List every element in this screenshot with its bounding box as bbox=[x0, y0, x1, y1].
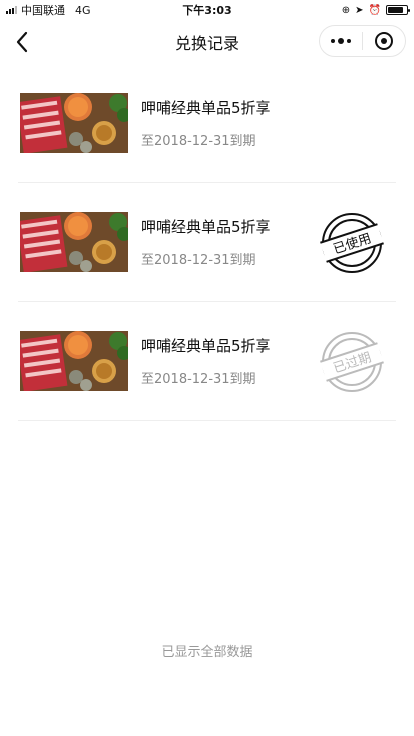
record-title: 呷哺经典单品5折享 bbox=[141, 99, 271, 117]
used-stamp-icon: 已使用 bbox=[320, 213, 384, 273]
alarm-icon: ⏰ bbox=[368, 4, 381, 16]
orientation-lock-icon: ⊕ bbox=[341, 4, 351, 16]
record-expire-date: 至2018-12-31到期 bbox=[141, 372, 256, 387]
used-stamp: 已使用 bbox=[320, 211, 384, 275]
record-item[interactable]: 呷哺经典单品5折享 至2018-12-31到期 已过期 bbox=[0, 302, 414, 420]
hotpot-image bbox=[20, 331, 128, 391]
battery-icon bbox=[386, 5, 410, 15]
mini-program-capsule bbox=[319, 25, 406, 57]
record-list: 呷哺经典单品5折享 至2018-12-31到期 呷哺经典单品5折享 至2018-… bbox=[0, 64, 414, 421]
record-item[interactable]: 呷哺经典单品5折享 至2018-12-31到期 已使用 bbox=[0, 183, 414, 301]
record-info: 呷哺经典单品5折享 至2018-12-31到期 bbox=[141, 97, 271, 149]
carrier-label: 中国联通 bbox=[21, 4, 65, 17]
target-icon bbox=[375, 32, 393, 50]
list-divider bbox=[18, 420, 396, 421]
nav-bar: 兑换记录 bbox=[0, 20, 414, 64]
record-item[interactable]: 呷哺经典单品5折享 至2018-12-31到期 bbox=[0, 64, 414, 182]
chevron-left-icon bbox=[16, 31, 28, 53]
more-button[interactable] bbox=[320, 26, 362, 56]
record-thumbnail bbox=[20, 93, 128, 153]
network-label: 4G bbox=[75, 3, 91, 17]
record-thumbnail bbox=[20, 331, 128, 391]
record-title: 呷哺经典单品5折享 bbox=[141, 218, 271, 236]
record-expire-date: 至2018-12-31到期 bbox=[141, 253, 256, 268]
close-mini-program-button[interactable] bbox=[363, 26, 405, 56]
status-left: 中国联通 4G bbox=[6, 2, 91, 18]
signal-icon bbox=[6, 6, 17, 14]
status-right: ⊕ ➤ ⏰ bbox=[341, 4, 410, 16]
record-expire-date: 至2018-12-31到期 bbox=[141, 134, 256, 149]
back-button[interactable] bbox=[6, 26, 38, 58]
record-thumbnail bbox=[20, 212, 128, 272]
record-info: 呷哺经典单品5折享 至2018-12-31到期 bbox=[141, 335, 271, 387]
expired-stamp: 已过期 bbox=[320, 330, 384, 394]
location-icon: ➤ bbox=[355, 4, 364, 16]
record-title: 呷哺经典单品5折享 bbox=[141, 337, 271, 355]
list-end-text: 已显示全部数据 bbox=[161, 645, 253, 660]
status-bar: 中国联通 4G 下午3:03 ⊕ ➤ ⏰ bbox=[0, 0, 414, 20]
more-dots-icon bbox=[331, 38, 351, 44]
hotpot-image bbox=[20, 93, 128, 153]
record-info: 呷哺经典单品5折享 至2018-12-31到期 bbox=[141, 216, 271, 268]
page-title: 兑换记录 bbox=[174, 34, 239, 53]
hotpot-image bbox=[20, 212, 128, 272]
expired-stamp-icon: 已过期 bbox=[320, 332, 384, 392]
